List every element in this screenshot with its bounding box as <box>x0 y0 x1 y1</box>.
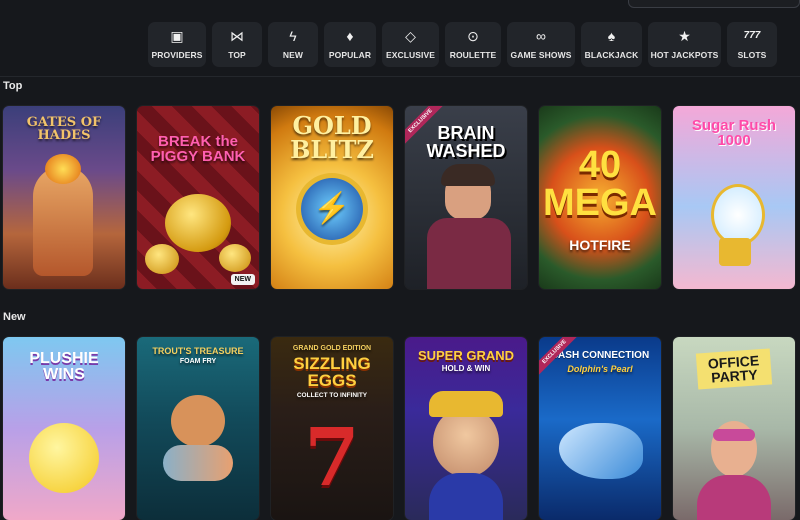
game-tile-sugar-rush-1000[interactable]: Sugar Rush 1000 <box>673 106 795 289</box>
chick-plush <box>29 423 99 493</box>
game-title: PLUSHIE WINS <box>29 350 99 383</box>
jackpot-icon: ★ <box>678 28 691 44</box>
game-title: GOLD BLITZ <box>290 111 374 164</box>
nav-label: BLACKJACK <box>584 50 639 60</box>
providers-icon: ▣ <box>170 28 184 44</box>
game-tile-gates-of-hades[interactable]: GATES OF HADES <box>3 106 125 289</box>
nav-label: TOP <box>228 50 246 60</box>
character-jacket <box>427 218 511 289</box>
game-subtitle: HOTFIRE <box>569 237 631 253</box>
game-tile-sizzling-eggs[interactable]: GRAND GOLD EDITION SIZZLING EGGS COLLECT… <box>271 337 393 520</box>
mask-icon: ∞ <box>536 28 546 44</box>
game-overline: GRAND GOLD EDITION <box>292 345 372 352</box>
game-tile-cash-connection-dolphins-pearl[interactable]: CASH CONNECTION Dolphin's Pearl EXCLUSIV… <box>539 337 661 520</box>
lightning-icon: ϟ <box>289 28 297 44</box>
nav-label: EXCLUSIVE <box>385 50 436 60</box>
flame-hair <box>45 154 81 184</box>
character-hair <box>441 164 495 186</box>
nav-slots[interactable]: 777 SLOTS <box>727 22 777 67</box>
lucky-seven-icon: 7 <box>304 410 360 504</box>
game-subtitle: Dolphin's Pearl <box>567 364 633 374</box>
nav-label: POPULAR <box>328 50 372 60</box>
game-tile-gold-blitz[interactable]: ⚡ GOLD BLITZ <box>271 106 393 289</box>
game-title: GATES OF HADES <box>26 115 102 143</box>
nav-label: HOT JACKPOTS <box>650 50 719 60</box>
game-title: SIZZLING EGGS <box>293 354 371 390</box>
game-title: Sugar Rush 1000 <box>691 117 777 149</box>
gold-piggy <box>165 194 231 252</box>
nav-top[interactable]: ⋈ TOP <box>212 22 262 67</box>
trout-fish <box>163 445 233 481</box>
game-title: 40 MEGA <box>543 144 657 224</box>
game-title: BREAK the PIGGY BANK <box>150 133 246 165</box>
nav-popular[interactable]: ♦ POPULAR <box>324 22 376 67</box>
section-title-top: Top <box>3 80 23 92</box>
game-tile-40-mega-hotfire[interactable]: 40 MEGA HOTFIRE <box>539 106 661 289</box>
fisherman-face <box>171 395 225 447</box>
game-title: BRAIN WASHED <box>426 123 506 161</box>
nav-providers[interactable]: ▣ PROVIDERS <box>148 22 206 67</box>
game-subtitle: FOAM FRY <box>179 358 217 365</box>
roulette-icon: ⊙ <box>467 28 479 44</box>
nav-label: SLOTS <box>737 50 767 60</box>
slots-777-icon: 777 <box>743 30 761 41</box>
mascot-face <box>433 407 499 477</box>
game-tile-brain-washed[interactable]: BRAIN WASHED EXCLUSIVE <box>405 106 527 289</box>
game-tile-trouts-treasure[interactable]: TROUT'S TREASURE FOAM FRY <box>137 337 259 520</box>
bowtie-icon: ⋈ <box>230 28 244 44</box>
new-badge: NEW <box>230 274 255 285</box>
nav-label: PROVIDERS <box>151 50 203 60</box>
nav-exclusive[interactable]: ◇ EXCLUSIVE <box>382 22 439 67</box>
nav-divider <box>0 76 800 77</box>
party-mask <box>713 429 755 441</box>
nav-blackjack[interactable]: ♠ BLACKJACK <box>581 22 642 67</box>
section-title-new: New <box>3 311 26 323</box>
game-tile-plushie-wins[interactable]: PLUSHIE WINS <box>3 337 125 520</box>
nav-game-shows[interactable]: ∞ GAME SHOWS <box>507 22 575 67</box>
category-nav: ▣ PROVIDERS ⋈ TOP ϟ NEW ♦ POPULAR ◇ EXCL… <box>148 22 777 67</box>
lightning-bolt-icon: ⚡ <box>313 192 351 225</box>
gold-piggy-small <box>145 244 179 274</box>
game-tile-break-the-piggy-bank[interactable]: BREAK the PIGGY BANK NEW <box>137 106 259 289</box>
diamond-icon: ◇ <box>405 28 416 44</box>
nav-new[interactable]: ϟ NEW <box>268 22 318 67</box>
game-title: SUPER GRAND <box>417 348 515 363</box>
mascot-body <box>429 473 503 520</box>
game-row-top: GATES OF HADES BREAK the PIGGY BANK NEW … <box>3 106 795 289</box>
game-tile-super-grand[interactable]: SUPER GRAND HOLD & WIN <box>405 337 527 520</box>
nav-label: NEW <box>282 50 304 60</box>
flame-icon: ♦ <box>346 28 354 44</box>
nav-hot-jackpots[interactable]: ★ HOT JACKPOTS <box>648 22 721 67</box>
search-bar[interactable] <box>628 0 800 8</box>
dolphin <box>559 423 643 479</box>
game-subtitle: COLLECT TO INFINITY <box>296 392 368 399</box>
game-subtitle: HOLD & WIN <box>441 364 491 373</box>
gold-piggy-small <box>219 244 251 272</box>
cards-icon: ♠ <box>607 28 616 44</box>
mascot-hat <box>429 391 503 417</box>
game-title: TROUT'S TREASURE <box>152 346 244 356</box>
game-title: OFFICE PARTY <box>695 348 773 390</box>
gumball-machine <box>711 184 765 246</box>
nav-roulette[interactable]: ⊙ ROULETTE <box>445 22 501 67</box>
nav-label: ROULETTE <box>449 50 497 60</box>
gumball-base <box>719 238 751 266</box>
nav-label: GAME SHOWS <box>510 50 572 60</box>
game-tile-office-party[interactable]: OFFICE PARTY <box>673 337 795 520</box>
party-dress <box>697 475 771 520</box>
game-row-new: PLUSHIE WINS TROUT'S TREASURE FOAM FRY G… <box>3 337 795 520</box>
